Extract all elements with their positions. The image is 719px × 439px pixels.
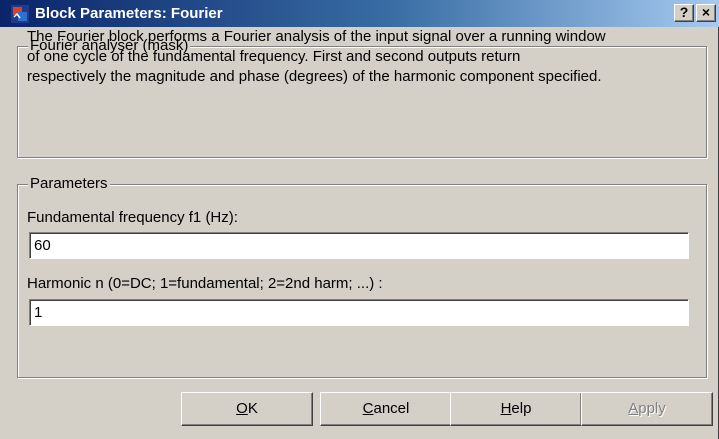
window-title: Block Parameters: Fourier (35, 5, 223, 22)
help-button[interactable]: Help (450, 392, 582, 426)
cancel-label: ancel (373, 400, 410, 417)
dialog-window: Block Parameters: Fourier ? × Fourier an… (0, 0, 719, 439)
simulink-block-icon (11, 5, 29, 23)
harmonic-label: Harmonic n (0=DC; 1=fundamental; 2=2nd h… (27, 275, 383, 292)
ok-accel: O (236, 400, 248, 417)
cancel-accel: C (362, 400, 374, 417)
close-button[interactable]: × (696, 4, 716, 22)
apply-accel: A (628, 400, 639, 417)
fundamental-frequency-label: Fundamental frequency f1 (Hz): (27, 209, 238, 226)
ok-label: K (247, 400, 258, 417)
mask-description: The Fourier block performs a Fourier ana… (27, 28, 606, 85)
title-bar[interactable]: Block Parameters: Fourier ? × (0, 0, 719, 27)
ok-button[interactable]: OK (181, 392, 313, 426)
context-help-button[interactable]: ? (674, 4, 694, 22)
apply-button[interactable]: Apply (581, 392, 713, 426)
fundamental-frequency-input[interactable]: 60 (29, 232, 689, 259)
help-label: elp (511, 400, 532, 417)
harmonic-input[interactable]: 1 (29, 299, 689, 326)
apply-label: pply (638, 400, 666, 417)
help-accel: H (500, 400, 512, 417)
parameters-legend: Parameters (28, 175, 110, 193)
cancel-button[interactable]: Cancel (320, 392, 452, 426)
